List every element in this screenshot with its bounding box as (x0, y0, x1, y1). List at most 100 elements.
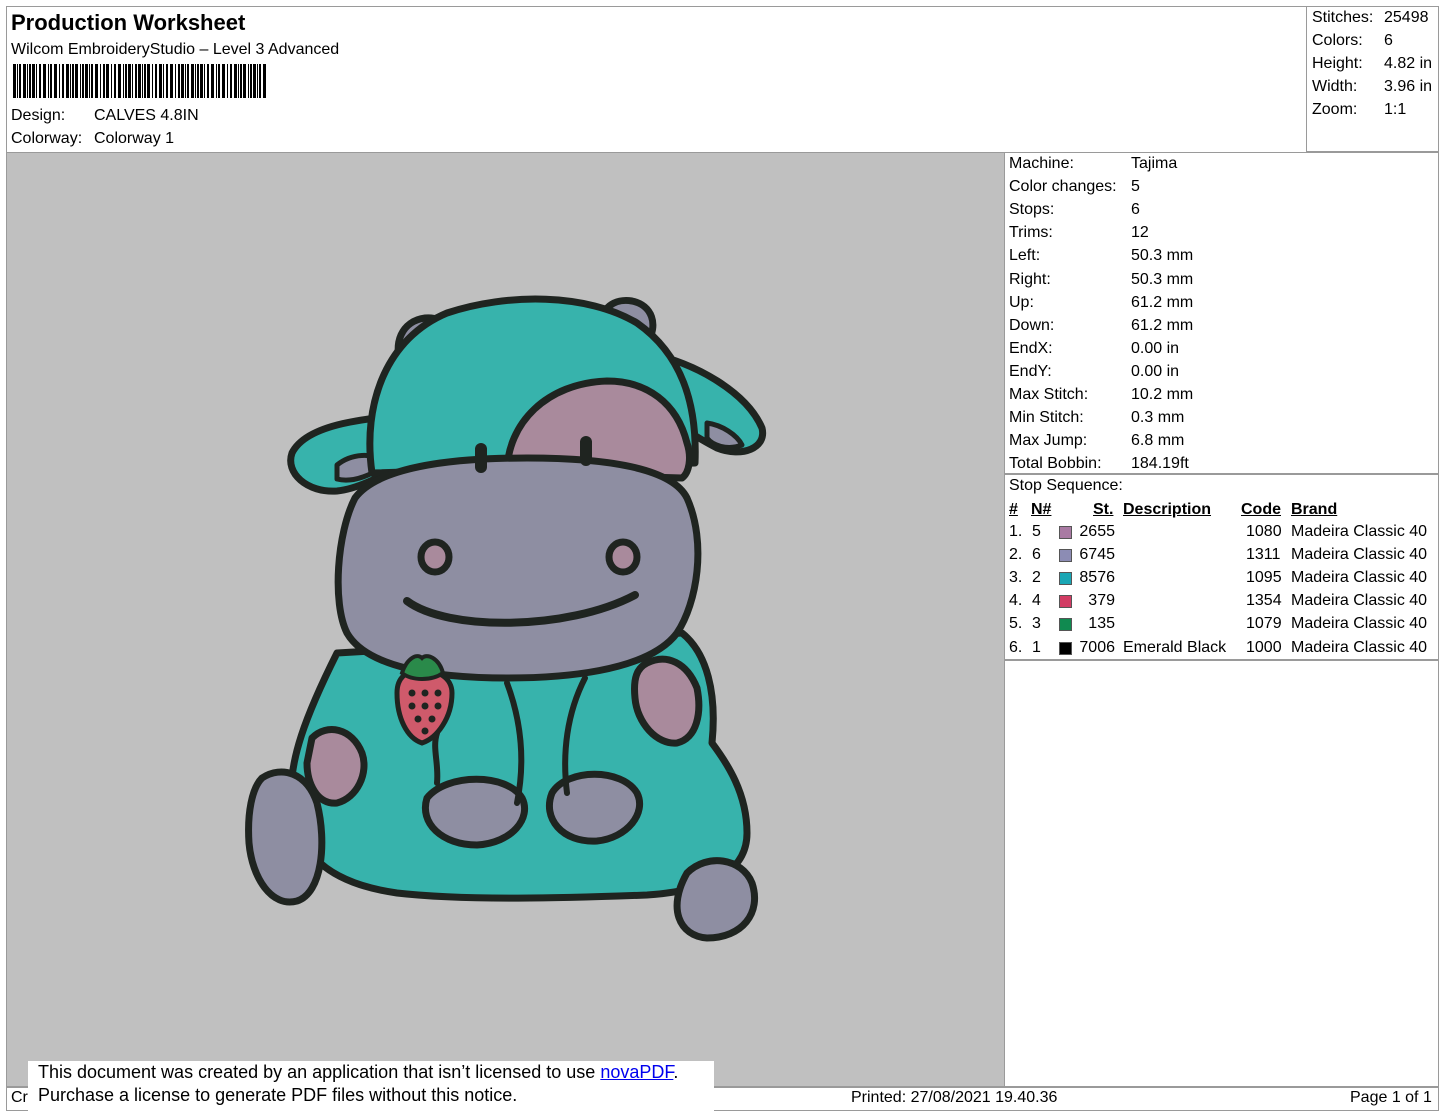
seq-num: 6. (1009, 638, 1023, 656)
machine-info-value: 50.3 mm (1131, 270, 1194, 288)
stat-stitches: Stitches: 25498 (1312, 9, 1429, 26)
table-row: 1. 5 2655 1080 Madeira Classic 40 (1005, 523, 1440, 546)
machine-info-row: Machine: Tajima (1009, 155, 1177, 173)
machine-info-label: Stops: (1009, 201, 1055, 219)
barcode (13, 64, 266, 98)
stat-width: Width: 3.96 in (1312, 78, 1433, 95)
machine-info-value: 0.3 mm (1131, 409, 1185, 427)
machine-info-label: Left: (1009, 247, 1041, 265)
seq-code: 1311 (1246, 546, 1281, 564)
seq-stitches: 379 (1088, 592, 1115, 610)
machine-info-row: Down: 61.2 mm (1009, 317, 1193, 335)
printed-date: Printed: 27/08/2021 19.40.36 (851, 1089, 1058, 1106)
colorway-label: Colorway: (11, 130, 83, 147)
stats-panel: Stitches: 25498 Colors: 6 Height: 4.82 in W… (1306, 6, 1439, 152)
col-brand: Brand (1291, 501, 1338, 518)
seq-brand: Madeira Classic 40 (1291, 523, 1428, 540)
machine-info-value: 6.8 mm (1131, 432, 1185, 450)
muzzle (334, 454, 702, 682)
right-foot (673, 857, 759, 942)
machine-info-row: Total Bobbin: 184.19ft (1009, 455, 1189, 473)
novapdf-link[interactable]: novaPDF (600, 1062, 673, 1082)
seq-code: 1354 (1246, 592, 1282, 610)
machine-info-label: Max Stitch: (1009, 386, 1089, 403)
machine-info-value: 6 (1131, 201, 1140, 219)
design-value: CALVES 4.8IN (94, 107, 199, 124)
machine-info-value: 0.00 in (1131, 362, 1180, 380)
col-stitches: St. (1093, 501, 1114, 518)
left-foot (245, 768, 326, 906)
seq-num: 1. (1009, 523, 1023, 540)
col-num: # (1009, 501, 1018, 518)
color-swatch (1059, 572, 1072, 586)
stat-height: Height: 4.82 in (1312, 55, 1433, 72)
seq-num: 4. (1009, 592, 1023, 610)
machine-info-label: Right: (1009, 270, 1051, 288)
seq-code: 1095 (1246, 569, 1282, 587)
seq-stitches: 6745 (1079, 546, 1115, 564)
table-row: 5. 3 135 1079 Madeira Classic 40 (1005, 615, 1440, 638)
page-number: Page 1 of 1 (1350, 1089, 1432, 1106)
table-row: 2. 6 6745 1311 Madeira Classic 40 (1005, 546, 1440, 569)
machine-info-value: 0.00 in (1131, 339, 1180, 357)
machine-info-row: Color changes: 5 (1009, 178, 1140, 196)
seq-stitches: 8576 (1079, 569, 1115, 587)
machine-info-value: 10.2 mm (1131, 386, 1194, 403)
seq-code: 1079 (1246, 615, 1282, 633)
color-swatch (1059, 618, 1072, 632)
machine-info-label: Total Bobbin: (1009, 455, 1102, 473)
seq-description: Emerald Black (1123, 638, 1227, 656)
seq-num: 5. (1009, 615, 1023, 633)
machine-info-value: 184.19ft (1131, 455, 1189, 473)
seq-brand: Madeira Classic 40 (1291, 546, 1428, 564)
table-row: 3. 2 8576 1095 Madeira Classic 40 (1005, 569, 1440, 592)
software-name: Wilcom EmbroideryStudio – Level 3 Advanc… (11, 41, 340, 58)
seq-stitches: 135 (1088, 615, 1115, 633)
machine-info-value: 12 (1131, 224, 1149, 242)
design-row: Design: CALVES 4.8IN (11, 107, 199, 125)
color-swatch (1059, 595, 1072, 609)
col-needle: N# (1031, 501, 1052, 518)
seq-num: 2. (1009, 546, 1023, 564)
stat-zoom: Zoom: 1:1 (1312, 101, 1407, 118)
seq-code: 1080 (1246, 523, 1282, 540)
machine-info-value: 61.2 mm (1131, 316, 1194, 334)
machine-info-value: 61.2 mm (1131, 293, 1194, 311)
machine-info-row: EndY: 0.00 in (1009, 363, 1179, 381)
seq-stitches: 7006 (1079, 638, 1115, 656)
machine-info-row: Max Jump: 6.8 mm (1009, 432, 1184, 450)
machine-info-label: Min Stitch: (1009, 409, 1084, 427)
notice-line-2: Purchase a license to generate PDF files… (38, 1085, 518, 1105)
machine-info-panel: Machine: Tajima Color changes: 5 Stops: 6 Trim… (1004, 152, 1439, 474)
seq-stitches: 2655 (1079, 523, 1115, 540)
page-title: Production Worksheet (11, 10, 246, 35)
stop-sequence-title: Stop Sequence: (1009, 477, 1123, 494)
machine-info-row: Right: 50.3 mm (1009, 270, 1193, 289)
seq-brand: Madeira Classic 40 (1291, 638, 1428, 656)
empty-panel (1004, 660, 1439, 1087)
seq-num: 3. (1009, 569, 1023, 587)
seq-brand: Madeira Classic 40 (1291, 569, 1428, 587)
col-code: Code (1241, 501, 1281, 518)
machine-info-label: Up: (1009, 293, 1034, 311)
design-preview (6, 152, 1005, 1087)
seq-brand: Madeira Classic 40 (1291, 592, 1428, 610)
machine-info-label: Machine: (1009, 155, 1074, 172)
machine-info-label: EndX: (1009, 339, 1053, 357)
machine-info-row: Min Stitch: 0.3 mm (1009, 409, 1184, 427)
color-swatch (1059, 526, 1072, 539)
machine-info-label: Trims: (1009, 224, 1053, 242)
machine-info-row: Left: 50.3 mm (1009, 247, 1193, 265)
table-row: 4. 4 379 1354 Madeira Classic 40 (1005, 592, 1440, 615)
machine-info-row: Trims: 12 (1009, 224, 1149, 242)
seq-code: 1000 (1246, 638, 1282, 656)
col-description: Description (1123, 501, 1212, 518)
seq-needle: 2 (1032, 569, 1041, 587)
machine-info-row: Max Stitch: 10.2 mm (1009, 386, 1193, 404)
design-label: Design: (11, 107, 66, 124)
machine-info-value: 50.3 mm (1131, 247, 1194, 265)
seq-needle: 6 (1032, 546, 1041, 564)
machine-info-row: Up: 61.2 mm (1009, 293, 1193, 312)
seq-needle: 3 (1032, 615, 1041, 633)
notice-line-1: This document was created by an applicat… (38, 1062, 679, 1082)
